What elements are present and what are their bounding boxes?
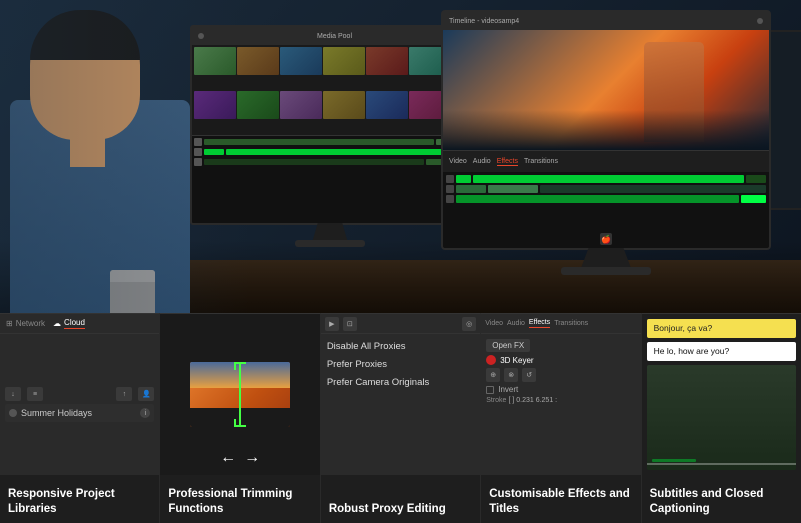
card-professional-trimming: ← → Professional Trimming Functions [160,313,320,523]
open-fx-button[interactable]: Open FX [486,339,530,352]
card-customisable-effects: Video Audio Effects Transitions Open FX … [481,313,641,523]
trim-arrows: ← → [220,449,260,467]
keyer-label: 3D Keyer [500,356,533,365]
project-item[interactable]: Summer Holidays i [5,404,154,422]
card3-label: Robust Proxy Editing [321,475,480,523]
project-name: Summer Holidays [21,408,92,418]
tab-audio[interactable]: Audio [507,320,525,327]
card5-label: Subtitles and Closed Captioning [642,475,801,523]
subtitle-1: Bonjour, ça va? [647,319,796,338]
stroke-label: Stroke [486,397,506,404]
tab-transitions[interactable]: Transitions [554,320,588,327]
card5-preview: Bonjour, ça va? He lo, how are you? [642,314,801,475]
prefer-proxies-item[interactable]: Prefer Proxies [327,356,474,373]
prefer-camera-originals-item[interactable]: Prefer Camera Originals [327,374,474,391]
subtitle-video-thumb [647,365,796,470]
card1-header: ⊞ Network ☁ Cloud [0,314,159,334]
network-label: Network [16,319,45,328]
left-monitor: Media Pool [190,25,470,225]
right-monitor: Timeline - videosamp4 Video Audio Effect… [441,10,771,250]
invert-label: Invert [498,385,518,394]
network-tab[interactable]: ⊞ Network [6,319,45,328]
effects-ctrl3[interactable]: ↺ [522,368,536,382]
right-arrow-icon: → [244,449,260,467]
effects-ctrl2[interactable]: ⊗ [504,368,518,382]
network-icon: ⊞ [6,319,13,328]
project-info-icon[interactable]: i [140,408,150,418]
card3-header: ▶ ⊡ ◎ [321,314,480,334]
card1-preview: ↓ ≡ ↑ 👤 Summer Holidays i [0,334,159,475]
card2-preview: ← → [160,314,319,475]
card4-header: Video Audio Effects Transitions [481,314,640,334]
effects-ctrl1[interactable]: ⊕ [486,368,500,382]
cloud-label: Cloud [64,318,85,329]
stroke-values: [ ] 0.231 6.251 : [508,397,557,404]
proxy-icon1[interactable]: ▶ [325,317,339,331]
card4-preview: Open FX 3D Keyer ⊕ ⊗ ↺ Invert Stroke [ ]… [481,334,640,475]
tab-video[interactable]: Video [485,320,503,327]
disable-all-proxies-item[interactable]: Disable All Proxies [327,338,474,355]
trim-thumbnail [190,362,290,427]
card-subtitles-closed-captioning: Bonjour, ça va? He lo, how are you? Subt… [642,313,801,523]
upload-icon[interactable]: ↑ [116,387,132,401]
left-arrow-icon: ← [220,449,236,467]
proxy-icon3[interactable]: ◎ [462,317,476,331]
profile-icon[interactable]: 👤 [138,387,154,401]
card3-preview: Disable All Proxies Prefer Proxies Prefe… [321,334,480,475]
card1-label: Responsive Project Libraries [0,475,159,523]
card-robust-proxy-editing: ▶ ⊡ ◎ Disable All Proxies Prefer Proxies… [321,313,481,523]
download-icon[interactable]: ↓ [5,387,21,401]
card2-label: Professional Trimming Functions [160,475,319,523]
card4-label: Customisable Effects and Titles [481,475,640,523]
cloud-icon: ☁ [53,319,61,328]
project-dot [9,409,17,417]
sort-icon[interactable]: ≡ [27,387,43,401]
card-responsive-project-libraries: ⊞ Network ☁ Cloud ↓ ≡ ↑ 👤 Summer Holiday… [0,313,160,523]
hero-area: Media Pool [0,0,801,340]
tab-effects[interactable]: Effects [529,319,550,328]
proxy-icon2[interactable]: ⊡ [343,317,357,331]
keyer-indicator [486,355,496,365]
cloud-tab[interactable]: ☁ Cloud [53,318,85,329]
features-bar: ⊞ Network ☁ Cloud ↓ ≡ ↑ 👤 Summer Holiday… [0,313,801,523]
invert-checkbox[interactable] [486,386,494,394]
subtitle-2: He lo, how are you? [647,342,796,361]
